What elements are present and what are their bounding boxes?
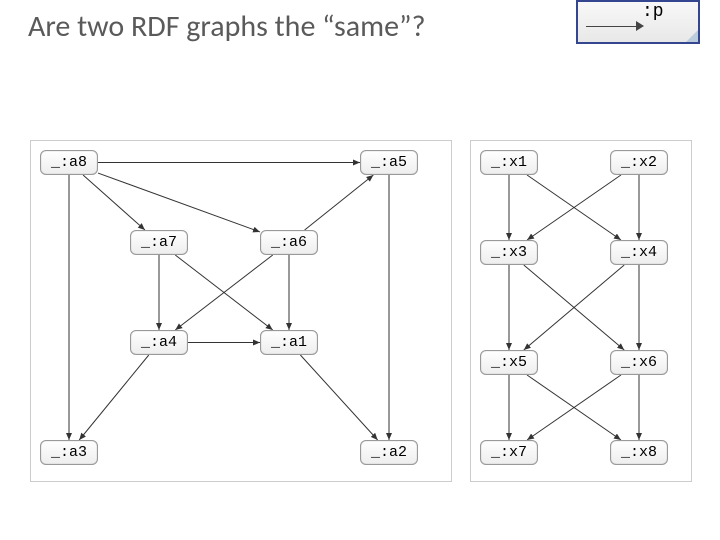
right-graph-box — [470, 140, 692, 482]
node-x2: _:x2 — [610, 150, 668, 175]
node-x8: _:x8 — [610, 440, 668, 465]
node-x3: _:x3 — [480, 240, 538, 265]
node-a4: _:a4 — [130, 330, 188, 355]
legend-arrow-head-icon — [636, 21, 644, 31]
node-x1: _:x1 — [480, 150, 538, 175]
page-title: Are two RDF graphs the “same”? — [28, 8, 425, 45]
node-a6: _:a6 — [260, 230, 318, 255]
node-a5: _:a5 — [360, 150, 418, 175]
node-a8: _:a8 — [40, 150, 98, 175]
legend-arrow-line — [586, 26, 638, 27]
left-graph-box — [30, 140, 452, 482]
node-a2: _:a2 — [360, 440, 418, 465]
legend-label: :p — [642, 2, 664, 22]
diagram-stage: _:a8 _:a5 _:a7 _:a6 _:a4 _:a1 _:a3 _:a2 … — [0, 70, 720, 540]
legend-box: :p — [576, 0, 700, 44]
node-a7: _:a7 — [130, 230, 188, 255]
node-x6: _:x6 — [610, 350, 668, 375]
node-x5: _:x5 — [480, 350, 538, 375]
node-x7: _:x7 — [480, 440, 538, 465]
node-x4: _:x4 — [610, 240, 668, 265]
dogear-icon — [686, 30, 698, 42]
node-a3: _:a3 — [40, 440, 98, 465]
node-a1: _:a1 — [260, 330, 318, 355]
